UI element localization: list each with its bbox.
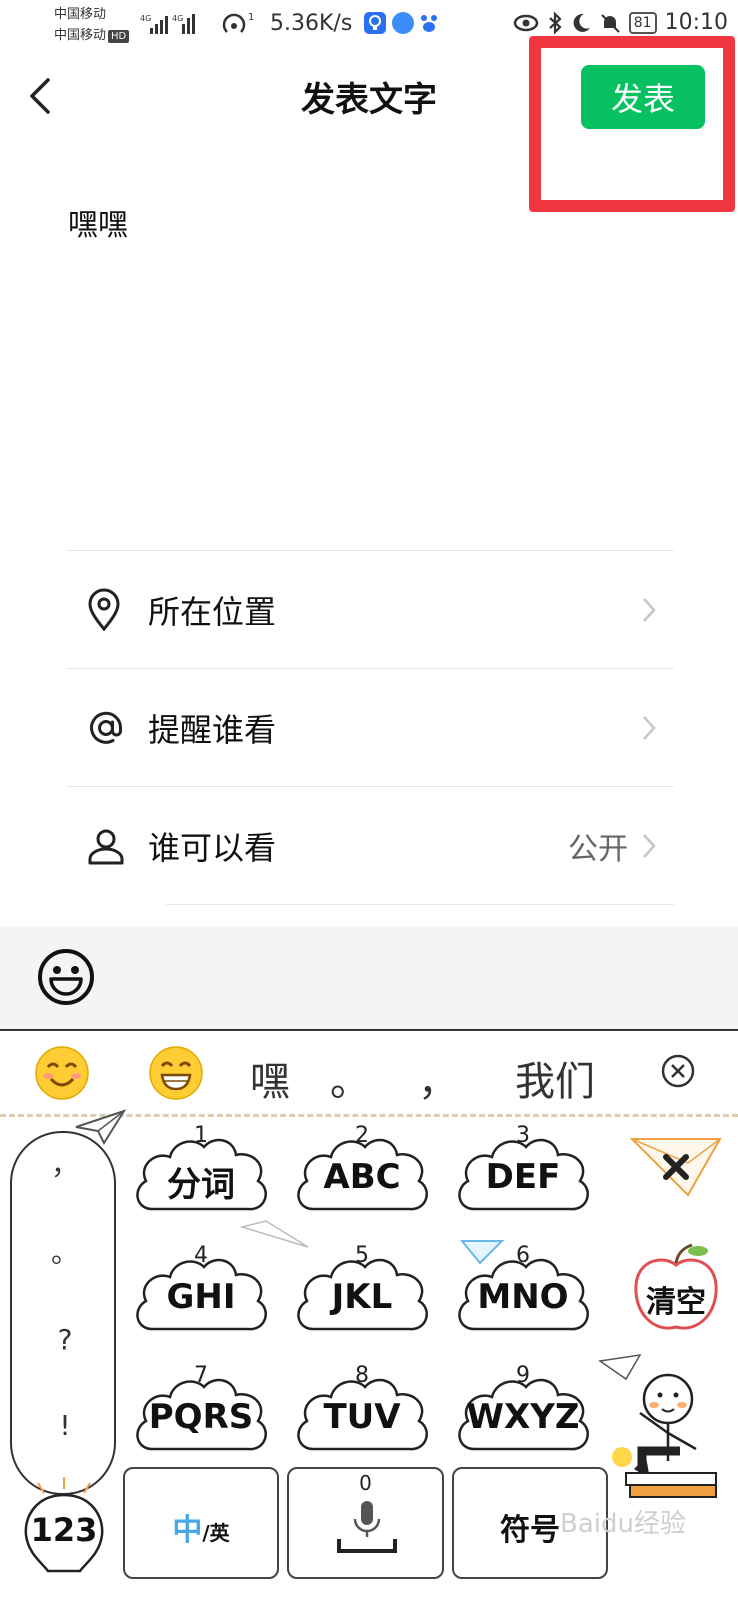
signal-icon: 4G 4G — [140, 12, 196, 39]
clock: 10:10 — [664, 10, 728, 35]
divider — [66, 786, 674, 787]
punctuation-column: ， 。 ? ! — [10, 1131, 116, 1495]
lang-zh: 中 — [172, 1513, 203, 1548]
chevron-right-icon — [643, 834, 656, 858]
browser-notification-icon — [392, 12, 414, 34]
punct-key[interactable]: 。 — [12, 1231, 118, 1271]
clear-label: 清空 — [646, 1285, 706, 1320]
key-2[interactable]: 2 ABC — [291, 1123, 433, 1225]
app-notification-icon — [364, 12, 386, 34]
mute-bell-icon — [601, 13, 620, 33]
key-number: 7 — [194, 1363, 208, 1388]
key-letters: TUV — [323, 1397, 401, 1437]
language-label: 中/英 — [125, 1505, 277, 1549]
net-speed: 5.36K/s — [270, 11, 353, 36]
carrier-2: 中国移动 — [54, 28, 107, 43]
svg-text:4G: 4G — [140, 14, 151, 23]
key-5[interactable]: 5 JKL — [291, 1243, 433, 1345]
key-letters: ABC — [323, 1157, 401, 1197]
key-letters: 分词 — [167, 1165, 235, 1205]
stick-figure-enter-icon — [598, 1354, 717, 1498]
battery-indicator: 81 — [628, 11, 657, 34]
key-1[interactable]: 1 分词 — [130, 1123, 272, 1225]
key-letters: MNO — [477, 1277, 569, 1317]
status-right: 81 10:10 — [513, 10, 728, 35]
clear-key[interactable]: 清空 — [628, 1241, 724, 1341]
candidate-word[interactable]: 我们 — [515, 1049, 595, 1107]
space-key[interactable]: 0 — [287, 1467, 444, 1579]
divider — [166, 904, 674, 905]
red-highlight-frame — [529, 36, 735, 212]
header-bar: 发表文字 发表 — [0, 36, 738, 212]
location-pin-icon — [88, 588, 120, 632]
smile-emoji-icon[interactable] — [34, 1045, 90, 1101]
emoji-toolbar — [0, 927, 738, 1031]
emoji-toggle-button[interactable] — [36, 947, 96, 1011]
key-number: 8 — [355, 1363, 369, 1388]
chevron-right-icon — [643, 598, 656, 622]
enter-key[interactable] — [596, 1353, 726, 1503]
space-number: 0 — [359, 1471, 372, 1495]
paper-plane-icon — [460, 1240, 504, 1265]
key-3[interactable]: 3 DEF — [452, 1123, 594, 1225]
key-letters: DEF — [485, 1157, 561, 1197]
smiley-icon — [38, 949, 94, 1005]
key-number: 3 — [516, 1123, 530, 1148]
svg-text:4G: 4G — [172, 14, 183, 23]
numbers-label: 123 — [30, 1511, 98, 1549]
divider — [66, 668, 674, 669]
microphone-icon — [337, 1501, 397, 1553]
bluetooth-icon — [549, 10, 562, 35]
option-value: 公开 — [568, 832, 628, 867]
post-text-input[interactable]: 嘿嘿 — [68, 200, 128, 244]
key-8[interactable]: 8 TUV — [291, 1363, 433, 1465]
key-9[interactable]: 9 WXYZ — [452, 1363, 594, 1465]
lang-en: /英 — [202, 1521, 230, 1545]
key-number: 2 — [355, 1123, 369, 1148]
hd-badge: HD — [108, 30, 130, 43]
delete-key[interactable] — [628, 1133, 724, 1203]
key-number: 5 — [355, 1243, 369, 1268]
candidate-word[interactable]: 嘿 — [250, 1049, 290, 1107]
paper-plane-icon — [75, 1109, 126, 1145]
divider — [66, 550, 674, 551]
candidate-bar: 嘿 。 ， 我们 — [0, 1031, 738, 1117]
baidu-notification-icon — [418, 12, 440, 34]
option-label: 提醒谁看 — [148, 711, 277, 749]
key-4[interactable]: 4 GHI — [130, 1243, 272, 1345]
candidate-word[interactable]: ， — [418, 1049, 458, 1107]
language-switch-key[interactable]: 中/英 — [123, 1467, 279, 1579]
option-label: 谁可以看 — [148, 829, 277, 867]
carrier-1: 中国移动 — [54, 7, 107, 22]
numbers-key[interactable]: 123 — [18, 1475, 110, 1585]
key-letters: WXYZ — [466, 1397, 580, 1437]
option-visibility[interactable]: 谁可以看 公开 — [66, 788, 676, 904]
key-number: 1 — [194, 1123, 208, 1148]
moon-icon — [573, 13, 590, 32]
at-icon — [90, 711, 123, 744]
key-letters: JKL — [331, 1277, 393, 1317]
close-candidates-icon[interactable] — [660, 1053, 696, 1089]
paper-plane-icon — [240, 1220, 309, 1248]
key-letters: GHI — [166, 1277, 236, 1317]
grin-emoji-icon[interactable] — [148, 1045, 204, 1101]
eye-icon — [513, 14, 539, 31]
punct-key[interactable]: ? — [12, 1323, 118, 1356]
backspace-plane-icon — [629, 1138, 722, 1197]
option-location[interactable]: 所在位置 — [66, 552, 676, 668]
chevron-right-icon — [643, 716, 656, 740]
key-7[interactable]: 7 PQRS — [130, 1363, 272, 1465]
watermark: Baidu经验 — [560, 1509, 686, 1539]
candidate-word[interactable]: 。 — [330, 1049, 370, 1107]
key-number: 9 — [516, 1363, 530, 1388]
svg-text:1: 1 — [248, 12, 254, 23]
punct-key[interactable]: ， — [12, 1143, 118, 1183]
option-label: 所在位置 — [148, 593, 277, 631]
person-icon — [88, 829, 124, 865]
punct-key[interactable]: ! — [12, 1409, 118, 1442]
hotspot-icon: 1 — [222, 10, 256, 39]
carrier-info: 中国移动 中国移动 HD — [54, 4, 130, 46]
key-letters: PQRS — [148, 1397, 254, 1437]
option-remind[interactable]: 提醒谁看 — [66, 670, 676, 786]
